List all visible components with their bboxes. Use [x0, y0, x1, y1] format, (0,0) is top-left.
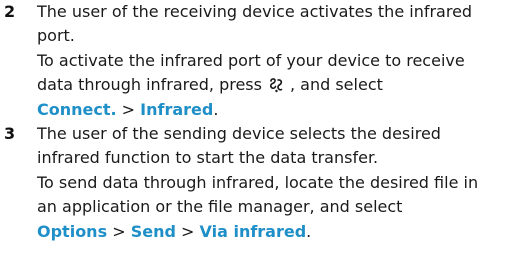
step-detail-line: To send data through infrared, locate th…	[37, 172, 479, 192]
menu-path-item-via-infrared[interactable]: Via infrared	[200, 222, 307, 241]
menu-path-end: .	[306, 221, 312, 241]
step-body: The user of the sending device selects t…	[37, 122, 507, 244]
menu-path-item-send[interactable]: Send	[131, 222, 176, 241]
step-number: 3	[4, 124, 16, 143]
step-intro-line: The user of the sending device selects t…	[37, 124, 441, 143]
step-number: 2	[4, 2, 16, 21]
step-detail-line: an application or the file manager, and …	[37, 197, 403, 217]
step-intro-line: port.	[37, 26, 75, 46]
step-detail-line-with-icon: data through infrared, press , and selec…	[37, 73, 507, 97]
detail-text-before-icon: data through infrared, press	[37, 75, 262, 95]
menu-key-icon	[269, 78, 283, 93]
menu-path: Options > Send > Via infrared.	[37, 220, 507, 244]
menu-path: Connect. > Infrared.	[37, 98, 507, 122]
step-intro-line: infrared function to start the data tran…	[37, 148, 379, 168]
menu-path-item-connect[interactable]: Connect.	[37, 100, 117, 119]
detail-text-after-icon: , and select	[289, 75, 383, 95]
menu-path-separator: >	[121, 99, 136, 119]
step-intro-line: The user of the receiving device activat…	[37, 2, 473, 21]
menu-path-end: .	[213, 99, 219, 119]
menu-path-item-infrared[interactable]: Infrared	[140, 100, 213, 119]
menu-path-separator: >	[181, 221, 195, 241]
step-body: The user of the receiving device activat…	[37, 0, 507, 122]
step-detail-line: To activate the infrared port of your de…	[37, 50, 465, 70]
menu-path-separator: >	[112, 221, 126, 241]
menu-path-item-options[interactable]: Options	[37, 222, 107, 241]
